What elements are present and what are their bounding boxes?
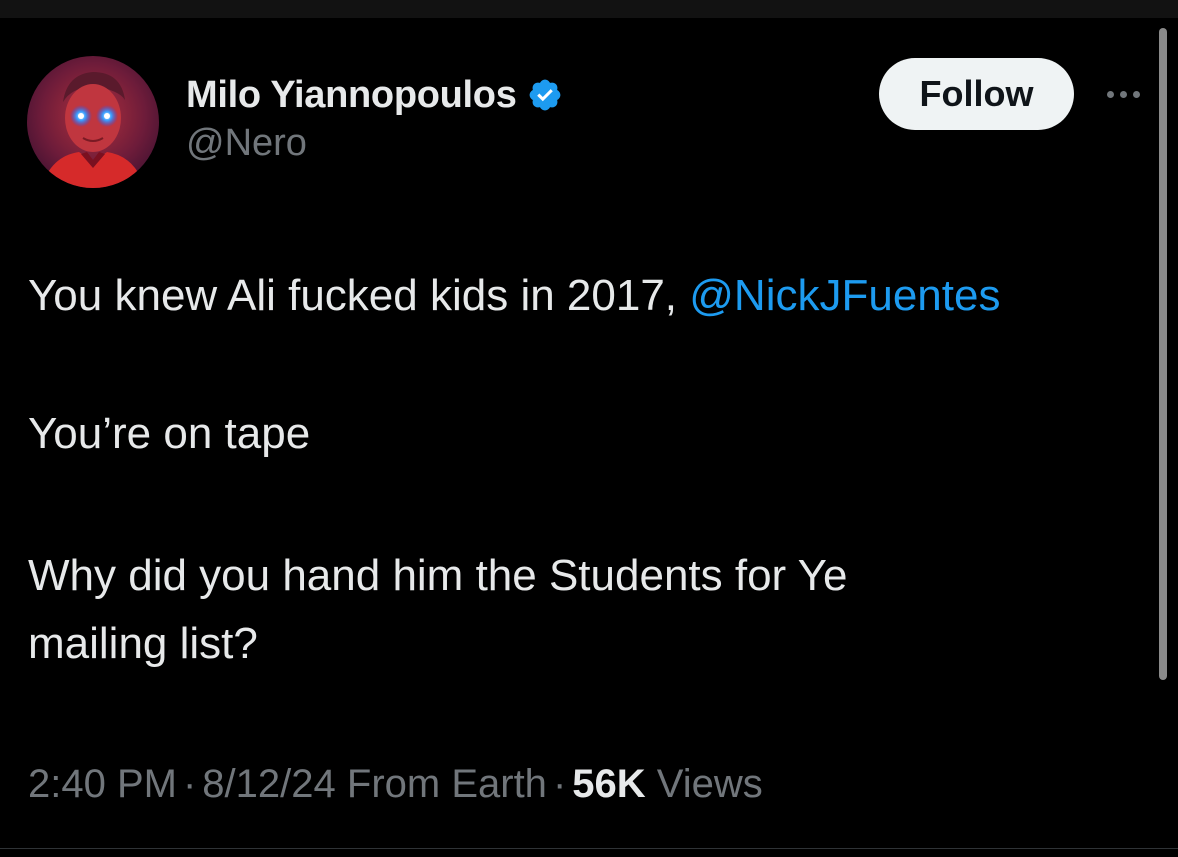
more-options-icon[interactable] [1100, 80, 1146, 108]
scrollbar[interactable] [1159, 28, 1167, 680]
more-dot [1132, 90, 1140, 98]
views-label: Views [656, 762, 763, 806]
tweet-source: From Earth [346, 762, 547, 806]
mention-link[interactable]: @NickJFuentes [689, 271, 1000, 320]
avatar-image [27, 56, 159, 188]
author-name-row: Milo Yiannopoulos [186, 70, 563, 120]
tweet-text-segment: You knew Ali fucked kids in 2017, [28, 271, 690, 320]
more-dot [1119, 90, 1127, 98]
views-count[interactable]: 56K [572, 762, 645, 806]
author-display-name[interactable]: Milo Yiannopoulos [186, 74, 517, 117]
author-handle[interactable]: @Nero [186, 122, 563, 165]
tweet-metadata: 2:40 PM · 8/12/24 From Earth · 56K Views [28, 756, 763, 812]
top-status-strip [0, 0, 1178, 18]
tweet-text-line-4: mailing list? [28, 619, 258, 668]
tweet-date[interactable]: 8/12/24 [202, 762, 335, 806]
follow-button[interactable]: Follow [879, 58, 1074, 130]
tweet-text-line-1: You knew Ali fucked kids in 2017, @NickJ… [28, 262, 1000, 330]
meta-separator: · [552, 762, 567, 806]
verified-badge-icon[interactable] [527, 77, 563, 113]
divider [0, 848, 1178, 849]
meta-separator: · [182, 762, 197, 806]
more-dot [1106, 90, 1114, 98]
tweet-time[interactable]: 2:40 PM [28, 762, 177, 806]
tweet-author: Milo Yiannopoulos @Nero [186, 70, 563, 165]
avatar[interactable] [27, 56, 159, 188]
tweet-text-line-2: You’re on tape [28, 409, 311, 458]
tweet-text-line-3: Why did you hand him the Students for Ye [28, 551, 848, 600]
